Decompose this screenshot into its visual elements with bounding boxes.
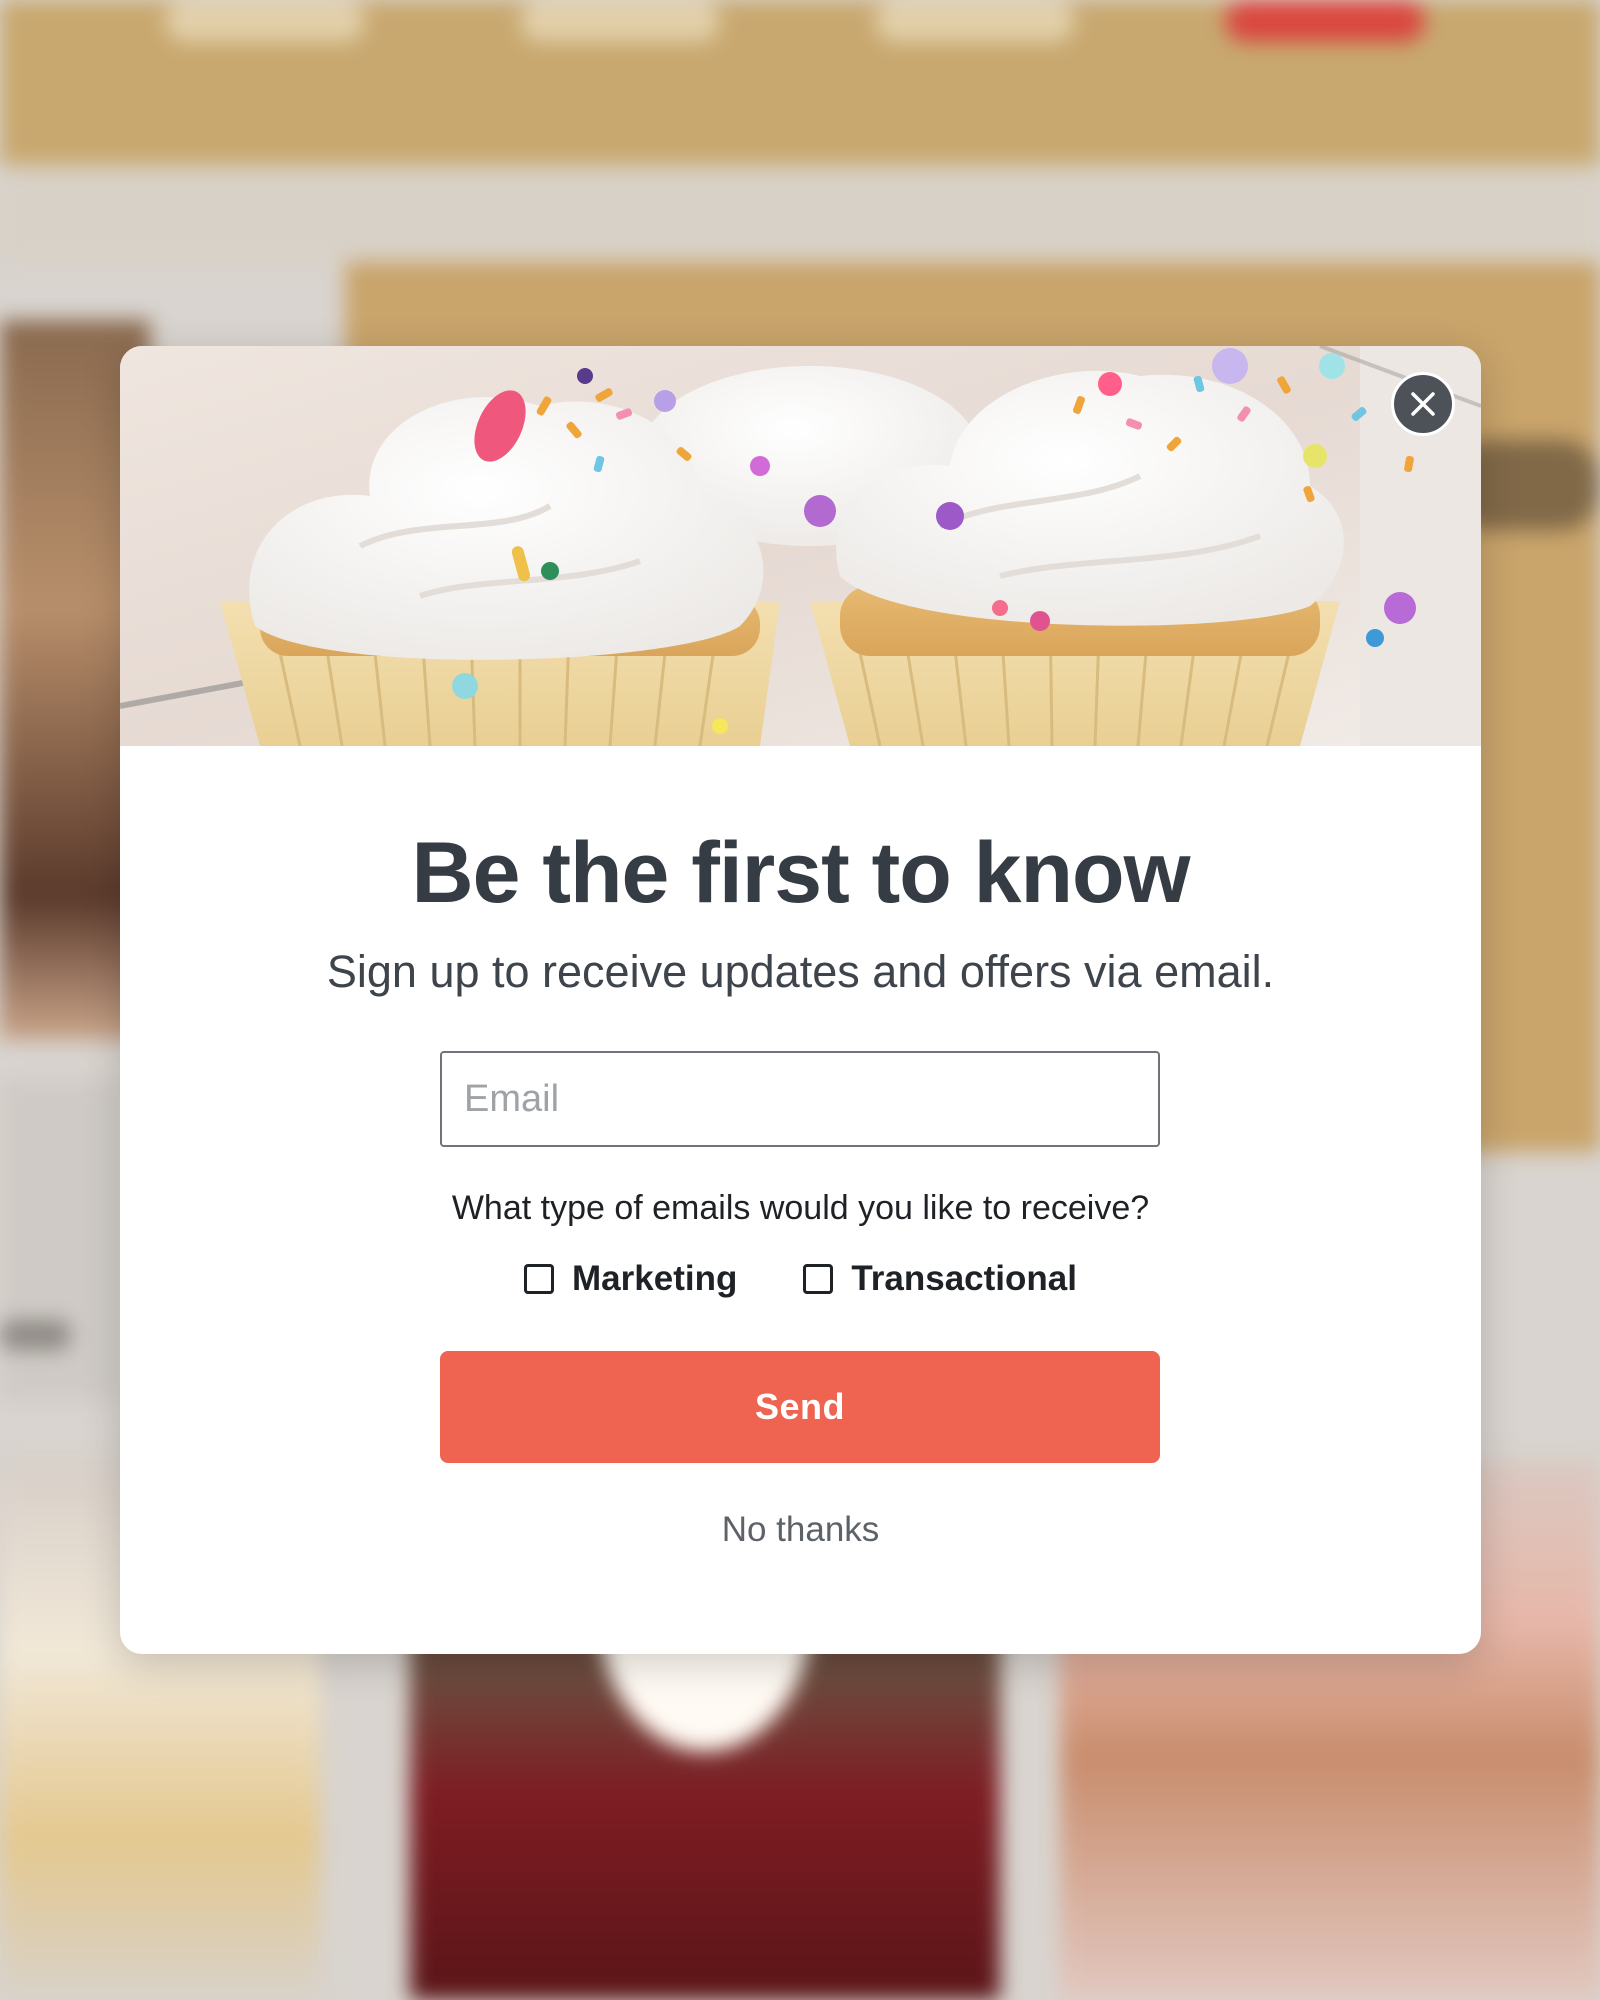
- close-button[interactable]: [1391, 372, 1455, 436]
- email-input[interactable]: [440, 1051, 1160, 1147]
- send-button[interactable]: Send: [440, 1351, 1160, 1463]
- no-thanks-link[interactable]: No thanks: [120, 1510, 1481, 1550]
- background-band: [0, 165, 1600, 265]
- email-type-options: Marketing Transactional: [120, 1259, 1481, 1299]
- transactional-option[interactable]: Transactional: [803, 1259, 1077, 1299]
- signup-modal: Be the first to know Sign up to receive …: [120, 346, 1481, 1654]
- modal-body: Be the first to know Sign up to receive …: [120, 746, 1481, 1654]
- marketing-option[interactable]: Marketing: [524, 1259, 737, 1299]
- background-header: [0, 0, 1600, 165]
- modal-subtitle: Sign up to receive updates and offers vi…: [326, 946, 1275, 997]
- transactional-checkbox[interactable]: [803, 1264, 834, 1294]
- email-type-question: What type of emails would you like to re…: [451, 1189, 1150, 1227]
- marketing-checkbox[interactable]: [524, 1264, 555, 1294]
- background-nav-item: [875, 0, 1075, 42]
- transactional-label: Transactional: [851, 1259, 1077, 1298]
- marketing-label: Marketing: [572, 1259, 738, 1298]
- cupcakes-image: [120, 346, 1481, 746]
- background-nav-item: [165, 0, 365, 42]
- background-nav-item: [520, 0, 720, 42]
- close-icon: [1411, 392, 1435, 416]
- background-section: [0, 1080, 120, 1400]
- background-nav-cta: [1225, 0, 1425, 42]
- modal-title: Be the first to know: [411, 825, 1191, 921]
- background-text: [0, 1320, 70, 1350]
